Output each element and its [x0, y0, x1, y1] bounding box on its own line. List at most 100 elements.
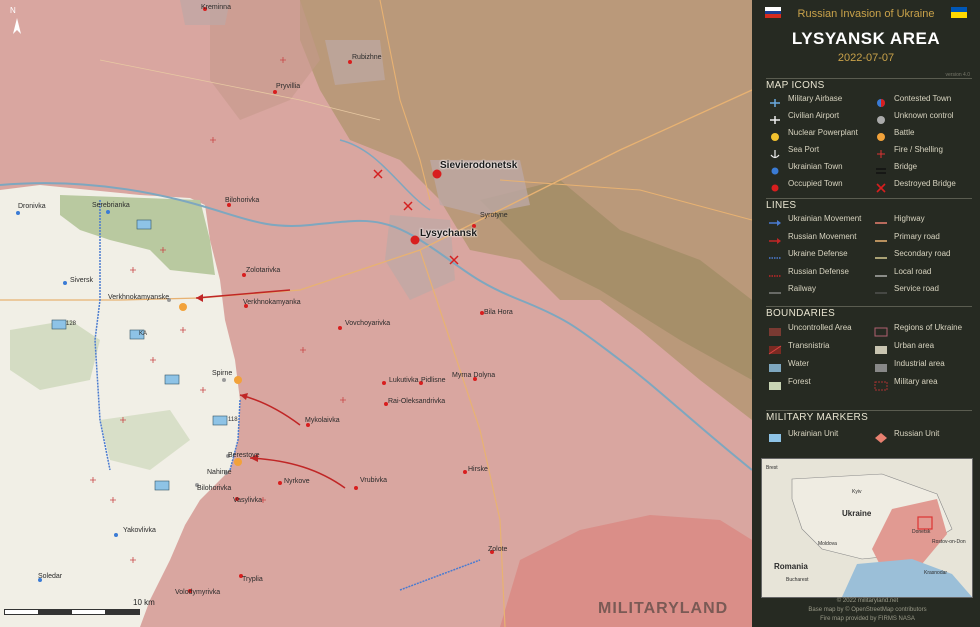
town-label: Lukutivka: [389, 377, 419, 384]
legend-label: Transnistria: [788, 341, 830, 350]
legend-swatch: [874, 378, 888, 391]
town-label: Nyrkove: [284, 478, 310, 485]
legend-label: Fire / Shelling: [894, 145, 943, 154]
legend-label: Railway: [788, 284, 817, 293]
town-label: Siversk: [70, 277, 93, 284]
unit-label: 118: [228, 417, 238, 423]
legend-label: Ukrainian Movement: [788, 214, 862, 223]
legend-swatch: [874, 430, 888, 443]
legend-label: Unknown control: [894, 111, 954, 120]
town-label: Pidlisne: [421, 377, 446, 384]
town-label: Mykolaivka: [305, 417, 340, 424]
legend-swatch: [874, 360, 888, 372]
legend-swatch: [768, 360, 782, 372]
town-label: Pryvillia: [276, 83, 301, 90]
town-label: Hirske: [468, 466, 488, 473]
occupied-town-icon: [768, 180, 782, 192]
battle-icon: [874, 129, 888, 141]
legend-label: Highway: [894, 214, 925, 223]
town-label: Kreminna: [201, 4, 231, 11]
legend-label: Ukrainian Unit: [788, 429, 839, 438]
unit-label: 128: [66, 321, 77, 327]
legend-swatch: [768, 215, 782, 226]
legend-label: Battle: [894, 128, 915, 137]
town-label: Bilohorivka: [225, 197, 260, 204]
inset-label: Krasnodar: [924, 570, 948, 576]
section-lines: LINES: [766, 200, 797, 211]
town-label: Nahirne: [207, 469, 232, 476]
town-label: Myrna Dolyna: [452, 372, 496, 379]
inset-overview-map: Ukraine Romania Moldova Kyiv Donetsk Ros…: [761, 458, 973, 598]
town-label: Bilohorivka: [197, 485, 232, 492]
town-label: Yakovlivka: [123, 527, 156, 534]
map-canvas[interactable]: N Sievierodonetsk Lysychansk Kreminna Ru…: [0, 0, 752, 627]
legend-label: Service road: [894, 284, 939, 293]
legend-swatch: [768, 430, 782, 442]
date-label: 2022-07-07: [837, 52, 895, 64]
legend-label: Water: [788, 359, 810, 368]
airbase-icon: [768, 95, 782, 107]
legend-label: Civilian Airport: [788, 111, 840, 120]
town-label: Zolote: [488, 546, 508, 553]
legend-label: Russian Defense: [788, 266, 849, 276]
inset-label: Brest: [766, 465, 778, 471]
anchor-icon: [768, 146, 782, 159]
inset-label: Donetsk: [912, 529, 931, 535]
nuclear-icon: [768, 129, 782, 141]
town-label: Rai-Oleksandrivka: [388, 398, 446, 405]
inset-label: Bucharest: [786, 577, 809, 583]
legend-swatch: [874, 268, 888, 278]
legend-swatch: [768, 285, 782, 295]
divider: [766, 198, 972, 199]
legend-label: Russian Movement: [788, 231, 857, 241]
legend-swatch: [874, 233, 888, 243]
contested-town-icon: [874, 95, 888, 107]
town-label: Rubizhne: [352, 54, 382, 61]
section-boundaries: BOUNDARIES: [766, 308, 836, 319]
town-label: Soledar: [38, 573, 63, 580]
town-label: Volodymyrivka: [175, 589, 221, 596]
legend-label: Occupied Town: [788, 179, 843, 188]
legend-label: Ukrainian Town: [788, 162, 843, 171]
area-title: LYSYANSK AREA: [791, 29, 941, 48]
ukrainian-town-icon: [768, 163, 782, 175]
legend-label: Russian Unit: [894, 429, 940, 438]
inset-label: Ukraine: [842, 509, 872, 518]
legend-label: Secondary road: [894, 249, 951, 258]
town-label: Vrubivka: [360, 477, 387, 484]
town-label: Verkhnokamyanka: [243, 299, 301, 306]
legend-label: Forest: [788, 377, 811, 386]
legend-swatch: [768, 342, 782, 355]
legend-label: Regions of Ukraine: [894, 323, 963, 332]
legend-label: Industrial area: [894, 359, 945, 368]
inset-label: Moldova: [818, 541, 837, 547]
legend-swatch: [874, 285, 888, 295]
legend-label: Sea Port: [788, 145, 820, 154]
fire-icon: [874, 146, 888, 158]
city-label: Sievierodonetsk: [440, 160, 518, 171]
town-label: Spirne: [212, 370, 233, 377]
town-label: Verkhnokamyanske: [108, 294, 170, 301]
airport-icon: [768, 112, 782, 124]
legend-swatch: [768, 250, 782, 260]
legend-label: Contested Town: [894, 94, 952, 103]
unit-label: KA: [139, 331, 148, 337]
panel-title: Russian Invasion of Ukraine: [797, 8, 935, 20]
destroyed-bridge-icon: [874, 180, 888, 193]
legend-swatch: [874, 342, 888, 354]
unknown-control-icon: [874, 112, 888, 124]
legend-label: Ukraine Defense: [788, 249, 848, 258]
town-label: Tryplia: [242, 576, 263, 583]
credit-line: Fire map provided by FIRMS NASA: [820, 616, 915, 622]
map-svg: [0, 0, 752, 627]
town-label: Syrotyne: [480, 212, 508, 219]
town-label: Zolotarivka: [246, 267, 281, 274]
town-label: Vasylivka: [233, 497, 263, 504]
legend-swatch: [768, 233, 782, 244]
legend-label: Nuclear Powerplant: [788, 128, 858, 137]
section-map-icons: MAP ICONS: [766, 80, 825, 91]
militaryland-logo: MILITARYLAND: [598, 600, 729, 617]
legend-swatch: [768, 378, 782, 390]
credits: © 2022 militaryland.net Base map by © Op…: [760, 597, 975, 624]
town-label: Vovchoyarivka: [345, 320, 391, 327]
